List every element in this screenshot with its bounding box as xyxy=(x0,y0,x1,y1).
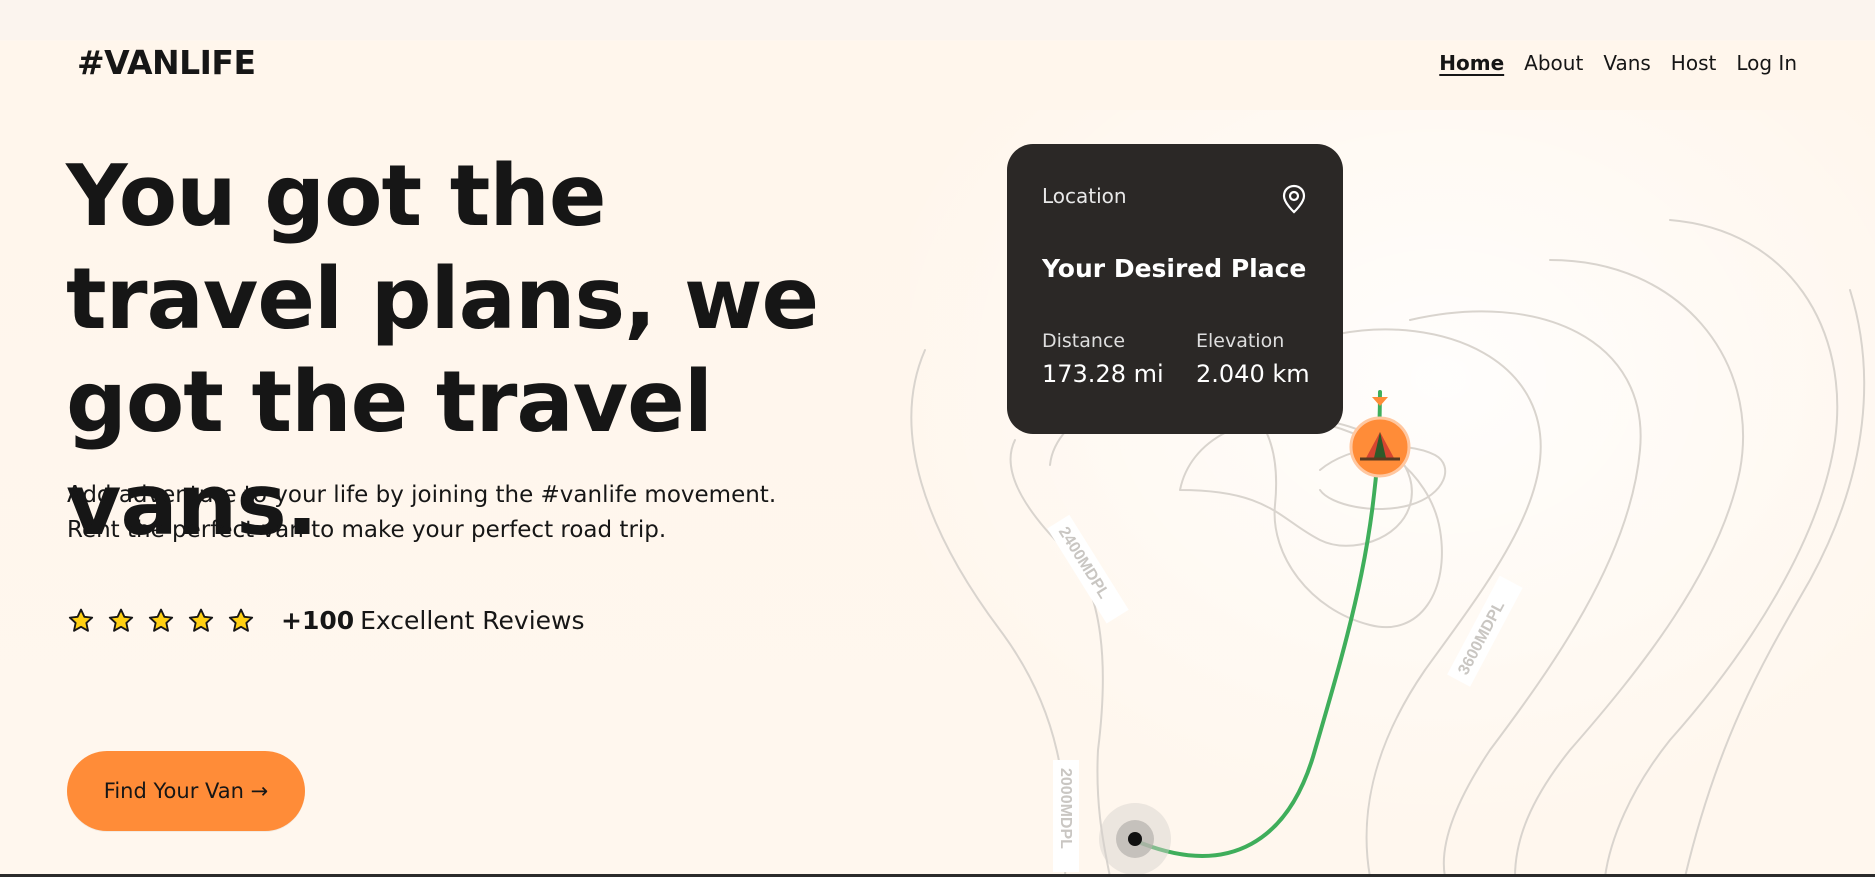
star-icon xyxy=(148,608,174,632)
topographic-map: 2400MDPL 3600MDPL 2000MDPL xyxy=(910,110,1875,877)
star-icon xyxy=(228,608,254,632)
elevation-value: 2.040 km xyxy=(1196,360,1310,388)
nav-vans[interactable]: Vans xyxy=(1603,48,1650,78)
map-pin-icon xyxy=(1282,184,1306,214)
nav-home[interactable]: Home xyxy=(1439,48,1504,78)
distance-label: Distance xyxy=(1042,330,1126,352)
location-dot-icon xyxy=(1099,803,1171,875)
star-icon xyxy=(68,608,94,632)
hero-subtitle-line-1: Add adventure to your life by joining th… xyxy=(67,482,777,508)
nav-login[interactable]: Log In xyxy=(1736,48,1797,78)
landing-page: #VANLIFE Home About Vans Host Log In You… xyxy=(0,0,1875,877)
reviews-count: +100 xyxy=(281,606,355,635)
distance-value: 173.28 mi xyxy=(1042,360,1164,388)
nav-host[interactable]: Host xyxy=(1671,48,1717,78)
desired-place: Your Desired Place xyxy=(1042,254,1307,283)
hero-subtitle: Add adventure to your life by joining th… xyxy=(67,478,787,548)
nav-about[interactable]: About xyxy=(1524,48,1583,78)
star-icon xyxy=(108,608,134,632)
reviews-label: Excellent Reviews xyxy=(360,606,585,635)
find-your-van-button[interactable]: Find Your Van → xyxy=(67,751,305,831)
contour-label-2000: 2000MDPL xyxy=(1057,768,1074,849)
reviews-summary: +100 Excellent Reviews xyxy=(67,603,585,639)
location-card: Location Your Desired Place Distance 173… xyxy=(1007,144,1343,434)
elevation-label: Elevation xyxy=(1196,330,1285,352)
site-logo[interactable]: #VANLIFE xyxy=(77,41,256,85)
site-header: #VANLIFE Home About Vans Host Log In xyxy=(0,0,1875,125)
rating-stars xyxy=(67,607,255,635)
main-nav: Home About Vans Host Log In xyxy=(1439,48,1797,78)
hero-subtitle-line-2: Rent the perfect van to make your perfec… xyxy=(67,517,667,543)
star-icon xyxy=(188,608,214,632)
location-label: Location xyxy=(1042,184,1127,208)
